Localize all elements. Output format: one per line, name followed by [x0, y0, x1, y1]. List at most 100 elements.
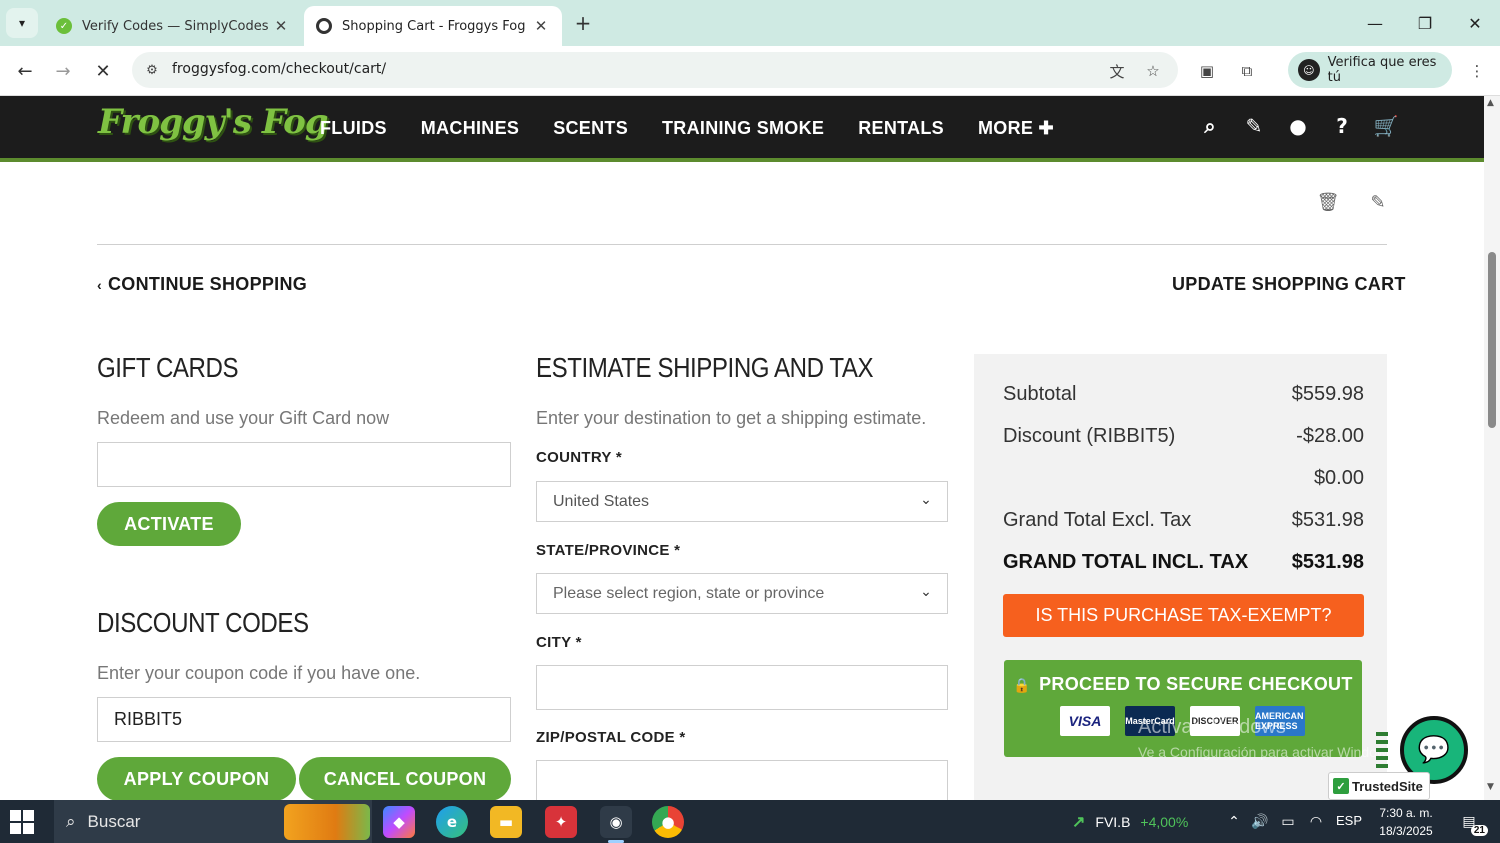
summary-label: Subtotal: [1003, 383, 1077, 405]
page-scrollbar[interactable]: ▲ ▼: [1484, 96, 1500, 800]
country-label: COUNTRY *: [536, 449, 623, 466]
summary-row-discount: Discount (RIBBIT5) -$28.00: [1003, 425, 1364, 453]
search-highlight-image: [284, 804, 370, 840]
account-icon[interactable]: ●: [1286, 114, 1310, 138]
brave-app-icon[interactable]: ✦: [545, 806, 577, 838]
cart-divider: [97, 244, 1387, 245]
summary-value: $531.98: [1291, 551, 1364, 573]
nav-training-smoke[interactable]: TRAINING SMOKE: [662, 118, 824, 139]
tab-search-chevron-icon[interactable]: ▾: [6, 8, 38, 38]
estimate-shipping-title: ESTIMATE SHIPPING AND TAX: [536, 352, 874, 383]
tab-title: Shopping Cart - Froggys Fog: [342, 18, 526, 34]
battery-icon[interactable]: ▭: [1278, 812, 1298, 832]
wifi-icon[interactable]: ◠: [1306, 812, 1326, 832]
apply-coupon-button[interactable]: APPLY COUPON: [97, 757, 296, 801]
country-select[interactable]: United States ⌄: [536, 481, 948, 522]
chevron-left-icon: ‹: [97, 277, 102, 293]
nav-scents[interactable]: SCENTS: [553, 118, 628, 139]
site-header: Froggy's Fog FLUIDS MACHINES SCENTS TRAI…: [0, 96, 1484, 162]
forward-arrow-icon[interactable]: →: [48, 56, 78, 86]
scroll-up-arrow-icon[interactable]: ▲: [1487, 98, 1494, 108]
profile-avatar-icon: ☺: [1298, 59, 1320, 81]
edge-browser-icon[interactable]: e: [436, 806, 468, 838]
nav-more[interactable]: MORE ✚: [978, 118, 1054, 139]
new-tab-plus-icon[interactable]: +: [570, 10, 596, 36]
close-window-icon[interactable]: ✕: [1452, 8, 1498, 38]
scroll-down-arrow-icon[interactable]: ▼: [1487, 782, 1494, 792]
continue-shopping-link[interactable]: ‹ CONTINUE SHOPPING: [97, 274, 307, 295]
dropper-icon[interactable]: ✎: [1242, 114, 1266, 138]
lock-icon: 🔒: [1013, 677, 1032, 693]
translate-icon[interactable]: 文: [1106, 60, 1128, 82]
scrollbar-thumb[interactable]: [1488, 252, 1496, 428]
show-hidden-icons-chevron-icon[interactable]: ⌃: [1224, 812, 1244, 832]
language-indicator[interactable]: ESP: [1336, 813, 1362, 828]
omnibox[interactable]: ⚙ froggysfog.com/checkout/cart/ 文 ☆: [132, 52, 1178, 88]
chevron-down-icon: ⌄: [920, 490, 932, 507]
restore-window-icon[interactable]: ❐: [1402, 8, 1448, 38]
windows-activation-hint: Ve a Configuración para activar Windows.: [1138, 744, 1398, 760]
checkout-label-text: PROCEED TO SECURE CHECKOUT: [1039, 674, 1353, 694]
taskbar-search-label: Buscar: [87, 811, 141, 831]
windows-start-icon[interactable]: [10, 810, 34, 834]
update-shopping-cart-button[interactable]: UPDATE SHOPPING CART: [1172, 274, 1406, 295]
tab-verify-codes[interactable]: ✓ Verify Codes — SimplyCodes ✕: [44, 6, 302, 46]
back-arrow-icon[interactable]: ←: [10, 56, 40, 86]
nav-machines[interactable]: MACHINES: [421, 118, 519, 139]
url-text[interactable]: froggysfog.com/checkout/cart/: [172, 61, 386, 77]
stop-loading-icon[interactable]: ✕: [88, 56, 118, 86]
notifications-icon[interactable]: ▤ 21: [1456, 810, 1488, 836]
browser-menu-kebab-icon[interactable]: ⋮: [1464, 58, 1490, 84]
proceed-to-checkout-button[interactable]: 🔒 PROCEED TO SECURE CHECKOUT VISA MasterC…: [1004, 660, 1362, 757]
coupon-code-input[interactable]: RIBBIT5: [97, 697, 511, 742]
stock-widget[interactable]: ↗ FVI.B +4,00%: [1072, 812, 1188, 832]
state-province-select[interactable]: Please select region, state or province …: [536, 573, 948, 614]
summary-value: -$28.00: [1296, 425, 1364, 447]
file-explorer-icon[interactable]: ▬: [490, 806, 522, 838]
close-tab-icon[interactable]: ✕: [532, 17, 550, 35]
chrome-profile-app-icon[interactable]: ◉: [600, 806, 632, 843]
chrome-app-icon[interactable]: ●: [652, 806, 684, 838]
search-icon[interactable]: ⌕: [1198, 114, 1222, 138]
simplycodes-favicon-icon: ✓: [56, 18, 72, 34]
cart-icon[interactable]: 🛒: [1374, 114, 1399, 138]
copilot-app-icon[interactable]: ◆: [383, 806, 415, 838]
summary-label: Discount (RIBBIT5): [1003, 425, 1176, 447]
profile-button[interactable]: ☺ Verifica que eres tú: [1288, 52, 1452, 88]
close-tab-icon[interactable]: ✕: [272, 17, 290, 35]
summary-row-grand-total-excl: Grand Total Excl. Tax $531.98: [1003, 509, 1364, 537]
clock-time: 7:30 a. m.: [1379, 806, 1433, 820]
chevron-down-icon: ⌄: [920, 582, 932, 599]
nav-fluids[interactable]: FLUIDS: [320, 118, 387, 139]
trustedsite-label: TrustedSite: [1352, 778, 1423, 794]
help-icon[interactable]: ?: [1330, 114, 1354, 138]
edit-item-pencil-icon[interactable]: ✎: [1368, 192, 1388, 213]
cancel-coupon-button[interactable]: CANCEL COUPON: [299, 757, 511, 801]
gift-card-input[interactable]: [97, 442, 511, 487]
city-label: CITY *: [536, 634, 582, 651]
froggys-fog-logo[interactable]: Froggy's Fog: [98, 102, 329, 142]
tab-shopping-cart[interactable]: Shopping Cart - Froggys Fog ✕: [304, 6, 562, 46]
city-input[interactable]: [536, 665, 948, 710]
country-selected-value: United States: [553, 492, 650, 510]
continue-shopping-label: CONTINUE SHOPPING: [107, 274, 308, 294]
minimize-window-icon[interactable]: —: [1352, 8, 1398, 38]
volume-icon[interactable]: 🔊: [1250, 812, 1270, 832]
gift-cards-title: GIFT CARDS: [97, 352, 239, 383]
extensions-puzzle-icon[interactable]: ⧉: [1234, 58, 1260, 84]
search-icon: ⌕: [66, 811, 76, 831]
delete-item-trash-icon[interactable]: 🗑: [1317, 192, 1340, 213]
site-info-icon[interactable]: ⚙: [142, 60, 162, 80]
trustedsite-badge[interactable]: ✓ TrustedSite: [1328, 772, 1430, 800]
browser-address-bar: ← → ✕ ⚙ froggysfog.com/checkout/cart/ 文 …: [0, 46, 1500, 96]
bookmark-star-icon[interactable]: ☆: [1142, 60, 1164, 82]
zip-input[interactable]: [536, 760, 948, 800]
taskbar-clock[interactable]: 7:30 a. m. 18/3/2025: [1374, 804, 1438, 840]
nav-rentals[interactable]: RENTALS: [858, 118, 944, 139]
discount-codes-subtitle: Enter your coupon code if you have one.: [97, 663, 421, 683]
tab-title: Verify Codes — SimplyCodes: [82, 18, 269, 34]
windows-activation-watermark: Activar Windows: [1138, 716, 1286, 738]
extension-icon[interactable]: ▣: [1194, 58, 1220, 84]
activate-button[interactable]: ACTIVATE: [97, 502, 241, 546]
tax-exempt-button[interactable]: IS THIS PURCHASE TAX-EXEMPT?: [1003, 594, 1364, 637]
